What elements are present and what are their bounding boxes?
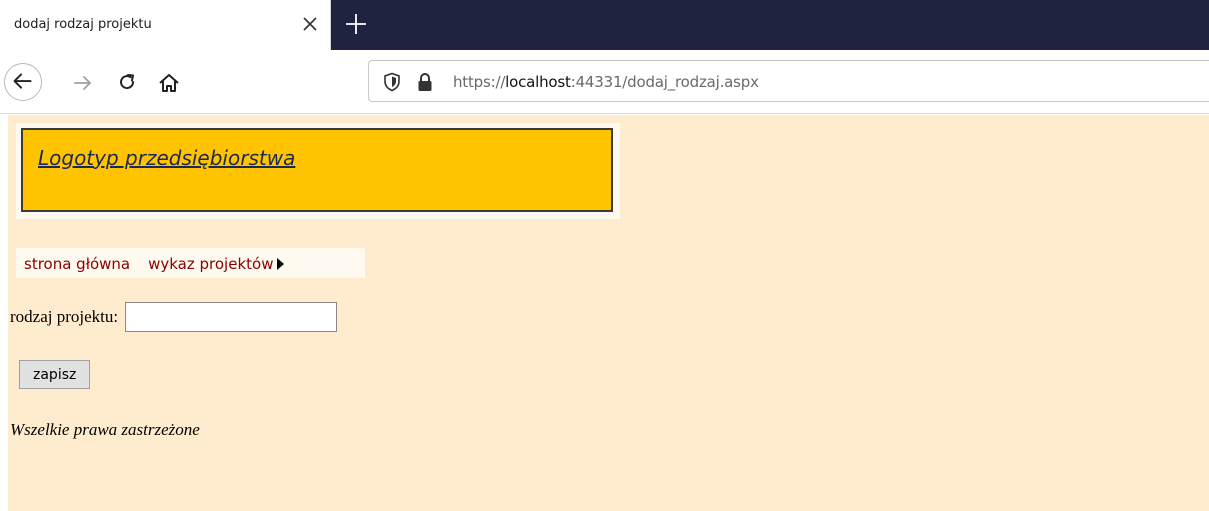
footer-text: Wszelkie prawa zastrzeżone	[10, 420, 200, 439]
lock-icon[interactable]	[417, 72, 433, 92]
menu-item-projects-label: wykaz projektów	[148, 255, 274, 273]
url-host: localhost	[505, 73, 571, 91]
logo-banner: Logotyp przedsiębiorstwa	[21, 128, 613, 212]
navigation-bar: https://localhost:44331/dodaj_rodzaj.asp…	[0, 50, 1209, 114]
active-tab[interactable]: dodaj rodzaj projektu	[0, 0, 331, 50]
address-bar[interactable]: https://localhost:44331/dodaj_rodzaj.asp…	[368, 60, 1209, 102]
project-type-row: rodzaj projektu:	[10, 302, 338, 332]
nav-menu: strona główna wykaz projektów	[16, 248, 365, 278]
url-scheme: https://	[453, 73, 506, 91]
reload-icon[interactable]	[116, 71, 138, 93]
save-button[interactable]: zapisz	[19, 360, 91, 389]
logo-link[interactable]: Logotyp przedsiębiorstwa	[38, 146, 295, 170]
shield-icon[interactable]	[383, 72, 401, 92]
tab-strip: dodaj rodzaj projektu	[0, 0, 1209, 50]
home-icon[interactable]	[157, 71, 181, 95]
menu-item-projects[interactable]: wykaz projektów	[148, 255, 285, 273]
menu-item-home[interactable]: strona główna	[24, 255, 130, 273]
submenu-arrow-icon	[277, 258, 285, 270]
url-text: https://localhost:44331/dodaj_rodzaj.asp…	[453, 73, 759, 91]
url-path: :44331/dodaj_rodzaj.aspx	[570, 73, 759, 91]
forward-arrow-icon[interactable]	[72, 72, 94, 94]
close-icon[interactable]	[296, 10, 324, 38]
tab-title: dodaj rodzaj projektu	[14, 17, 152, 32]
back-arrow-icon	[13, 73, 32, 89]
project-type-label: rodzaj projektu:	[10, 307, 119, 326]
project-type-input[interactable]	[125, 302, 338, 332]
back-button[interactable]	[4, 63, 42, 101]
logo-container: Logotyp przedsiębiorstwa	[16, 123, 620, 219]
page-content: Logotyp przedsiębiorstwa strona główna wy…	[8, 115, 1209, 511]
new-tab-icon[interactable]	[340, 8, 372, 40]
